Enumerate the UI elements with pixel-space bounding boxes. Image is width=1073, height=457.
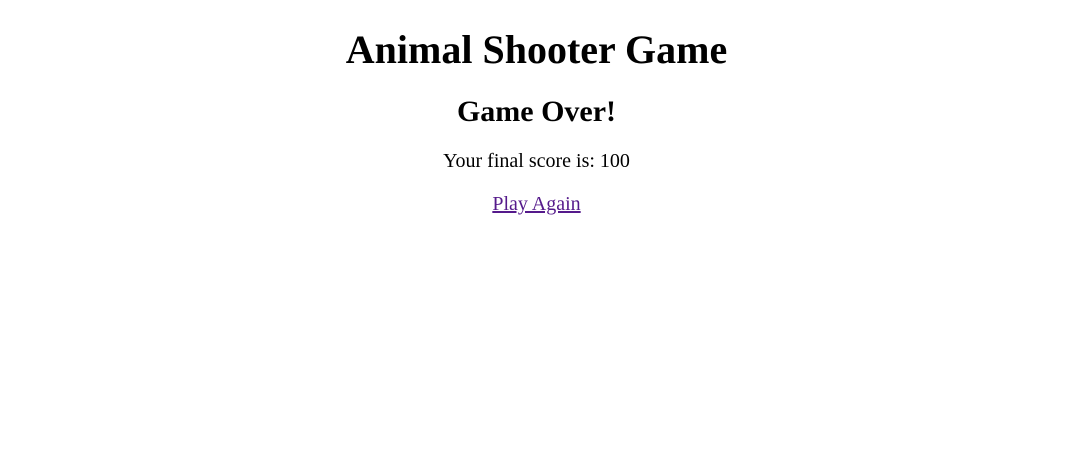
- play-again-link[interactable]: Play Again: [492, 193, 580, 215]
- final-score-label: Your final score is:: [443, 150, 600, 172]
- game-over-heading: Game Over!: [456, 95, 617, 128]
- final-score-value: 100: [599, 150, 630, 172]
- game-over-page: Animal Shooter Game Game Over! Your fina…: [0, 0, 1073, 457]
- page-title: Animal Shooter Game: [345, 27, 728, 72]
- play-again-container: Play Again: [0, 192, 1073, 216]
- final-score-text: Your final score is: 100: [0, 149, 1073, 173]
